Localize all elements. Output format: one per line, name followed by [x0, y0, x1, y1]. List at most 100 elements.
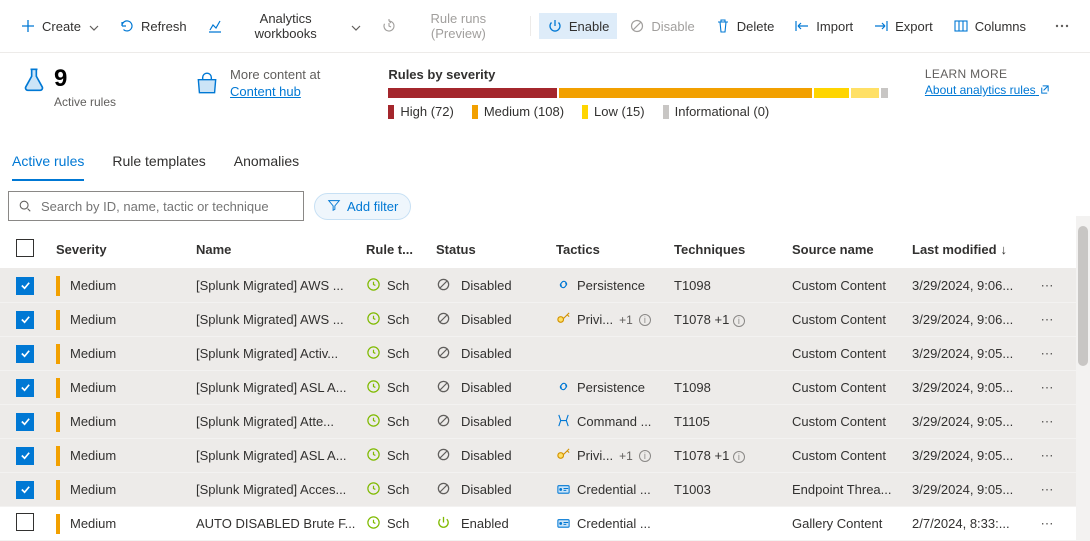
ruleruns-label: Rule runs (Preview) [403, 11, 514, 41]
rule-name: [Splunk Migrated] ASL A... [196, 448, 366, 463]
info-icon[interactable]: i [733, 315, 745, 327]
header-techniques[interactable]: Techniques [674, 242, 792, 257]
severity-value: Medium [70, 346, 116, 361]
row-more-button[interactable]: ⋯ [1032, 482, 1062, 498]
kpi-active-rules: 9 Active rules [20, 67, 116, 109]
info-icon[interactable]: i [639, 314, 651, 326]
import-label: Import [816, 19, 853, 34]
clock-icon [366, 277, 381, 295]
source-value: Custom Content [792, 312, 912, 327]
trash-icon [715, 18, 731, 34]
table-row[interactable]: Medium [Splunk Migrated] ASL A... Sch Di… [0, 439, 1090, 473]
severity-value: Medium [70, 448, 116, 463]
row-more-button[interactable]: ⋯ [1032, 312, 1062, 328]
header-modified[interactable]: Last modified ↓ [912, 242, 1032, 257]
learn-link[interactable]: About analytics rules [925, 83, 1050, 97]
table-row[interactable]: Medium [Splunk Migrated] Activ... Sch Di… [0, 337, 1090, 371]
table-row[interactable]: Medium [Splunk Migrated] Acces... Sch Di… [0, 473, 1090, 507]
tactic-plus-count: +1 [619, 449, 633, 463]
row-more-button[interactable]: ⋯ [1032, 516, 1062, 532]
table-row[interactable]: Medium [Splunk Migrated] Atte... Sch Dis… [0, 405, 1090, 439]
row-checkbox[interactable] [16, 345, 34, 363]
tab-rule-templates[interactable]: Rule templates [112, 143, 205, 181]
table-row[interactable]: Medium [Splunk Migrated] AWS ... Sch Dis… [0, 269, 1090, 303]
header-tactics[interactable]: Tactics [556, 242, 674, 257]
technique-value: T1098 [674, 380, 792, 395]
columns-icon [953, 18, 969, 34]
tab-anomalies[interactable]: Anomalies [234, 143, 299, 181]
row-more-button[interactable]: ⋯ [1032, 414, 1062, 430]
tactic-icon [556, 515, 571, 533]
import-button[interactable]: Import [786, 13, 861, 39]
add-filter-button[interactable]: Add filter [314, 193, 411, 220]
export-button[interactable]: Export [865, 13, 941, 39]
source-value: Custom Content [792, 414, 912, 429]
grid-header: Severity Name Rule t... Status Tactics T… [0, 231, 1090, 269]
disable-icon [629, 18, 645, 34]
modified-value: 3/29/2024, 9:06... [912, 312, 1032, 327]
rule-type-value: Sch [387, 448, 409, 463]
bag-icon [194, 71, 220, 97]
refresh-button[interactable]: Refresh [111, 13, 195, 39]
select-all-checkbox[interactable] [16, 239, 34, 257]
severity-legend-item: High (72) [388, 104, 453, 119]
info-icon[interactable]: i [733, 451, 745, 463]
clock-icon [366, 345, 381, 363]
header-severity[interactable]: Severity [56, 242, 196, 257]
rule-name: [Splunk Migrated] Atte... [196, 414, 366, 429]
overflow-button[interactable] [1046, 13, 1078, 39]
severity-legend-label: Medium (108) [484, 104, 564, 119]
row-checkbox[interactable] [16, 413, 34, 431]
modified-value: 3/29/2024, 9:06... [912, 278, 1032, 293]
row-checkbox[interactable] [16, 277, 34, 295]
search-input[interactable] [41, 199, 295, 214]
analytics-workbooks-button[interactable]: Analytics workbooks [199, 6, 369, 46]
disable-button: Disable [621, 13, 702, 39]
scroll-thumb[interactable] [1078, 226, 1088, 366]
table-row[interactable]: Medium [Splunk Migrated] AWS ... Sch Dis… [0, 303, 1090, 337]
header-name[interactable]: Name [196, 242, 366, 257]
toolbar: Create Refresh Analytics workbooks Rule … [0, 0, 1090, 53]
row-checkbox[interactable] [16, 311, 34, 329]
columns-button[interactable]: Columns [945, 13, 1034, 39]
export-label: Export [895, 19, 933, 34]
header-source[interactable]: Source name [792, 242, 912, 257]
row-checkbox[interactable] [16, 513, 34, 531]
tactic-plus-count: +1 [619, 313, 633, 327]
search-box[interactable] [8, 191, 304, 221]
filter-bar: Add filter [0, 181, 1090, 231]
create-button[interactable]: Create [12, 13, 107, 39]
severity-bar-low [814, 88, 849, 98]
rules-by-severity: Rules by severity High (72)Medium (108)L… [388, 67, 897, 119]
severity-color-box [582, 105, 588, 119]
severity-value: Medium [70, 414, 116, 429]
enable-button[interactable]: Enable [539, 13, 617, 39]
header-ruletype[interactable]: Rule t... [366, 242, 436, 257]
row-more-button[interactable]: ⋯ [1032, 380, 1062, 396]
row-checkbox[interactable] [16, 447, 34, 465]
technique-value: T1098 [674, 278, 792, 293]
row-more-button[interactable]: ⋯ [1032, 346, 1062, 362]
header-status[interactable]: Status [436, 242, 556, 257]
status-value: Disabled [461, 312, 512, 327]
severity-title: Rules by severity [388, 67, 897, 82]
tab-active-rules[interactable]: Active rules [12, 143, 84, 181]
row-more-button[interactable]: ⋯ [1032, 448, 1062, 464]
rule-type-value: Sch [387, 278, 409, 293]
row-checkbox[interactable] [16, 481, 34, 499]
info-icon[interactable]: i [639, 450, 651, 462]
severity-value: Medium [70, 278, 116, 293]
content-hub-link[interactable]: Content hub [230, 84, 301, 99]
delete-button[interactable]: Delete [707, 13, 783, 39]
row-checkbox[interactable] [16, 379, 34, 397]
table-row[interactable]: Medium AUTO DISABLED Brute F... Sch Enab… [0, 507, 1090, 541]
source-value: Custom Content [792, 380, 912, 395]
row-more-button[interactable]: ⋯ [1032, 278, 1062, 294]
summary-row: 9 Active rules More content at Content h… [0, 53, 1090, 133]
table-row[interactable]: Medium [Splunk Migrated] ASL A... Sch Di… [0, 371, 1090, 405]
severity-bar-high [388, 88, 557, 98]
scrollbar[interactable] [1076, 216, 1090, 541]
status-value: Disabled [461, 414, 512, 429]
status-value: Disabled [461, 380, 512, 395]
severity-value: Medium [70, 482, 116, 497]
